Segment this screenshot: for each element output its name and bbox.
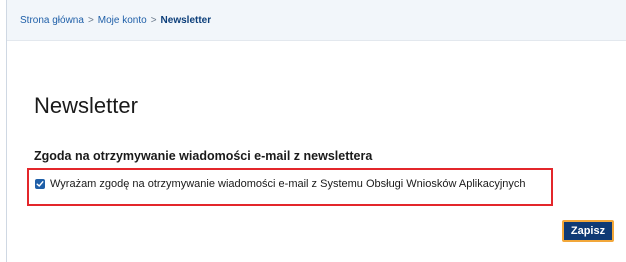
- consent-section-label: Zgoda na otrzymywanie wiadomości e-mail …: [34, 149, 373, 163]
- newsletter-consent-label: Wyrażam zgodę na otrzymywanie wiadomości…: [50, 178, 526, 190]
- breadcrumb-home-link[interactable]: Strona główna: [20, 15, 84, 26]
- checkmark-icon: [36, 181, 44, 187]
- page-title: Newsletter: [34, 93, 138, 118]
- save-button[interactable]: Zapisz: [562, 220, 614, 242]
- breadcrumb-account-link[interactable]: Moje konto: [98, 15, 147, 26]
- breadcrumb-separator: >: [150, 14, 157, 26]
- breadcrumb-separator: >: [87, 14, 94, 26]
- breadcrumb: Strona główna > Moje konto > Newsletter: [7, 0, 626, 41]
- breadcrumb-current: Newsletter: [160, 14, 212, 26]
- newsletter-consent-checkbox[interactable]: [35, 179, 45, 189]
- newsletter-consent-option[interactable]: Wyrażam zgodę na otrzymywanie wiadomości…: [35, 178, 526, 190]
